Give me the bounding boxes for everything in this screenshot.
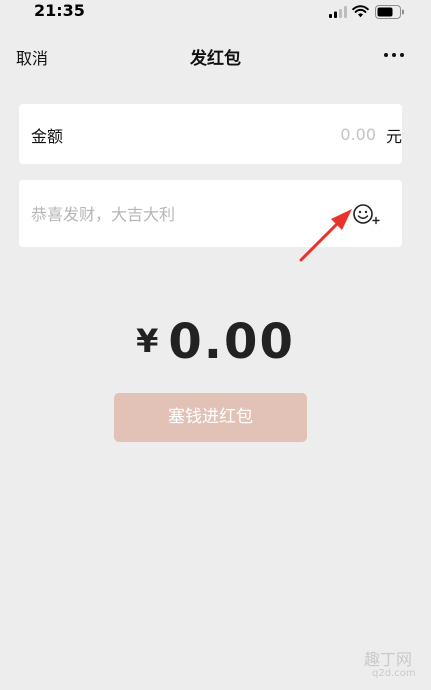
status-bar: 21:35 xyxy=(0,0,431,24)
battery-icon xyxy=(375,5,404,19)
signal-icon xyxy=(329,6,347,18)
amount-unit: 元 xyxy=(386,127,403,146)
wifi-icon xyxy=(352,5,369,18)
amount-card[interactable]: 金额 元 xyxy=(19,104,402,164)
total-amount-display: ¥0.00 xyxy=(0,314,431,370)
annotation-arrow xyxy=(299,209,352,262)
nav-bar: 取消 发红包 xyxy=(0,34,431,78)
watermark-logo: 趣丁网 q2d.com xyxy=(364,646,424,686)
amount-input[interactable] xyxy=(139,121,376,147)
put-money-button[interactable]: 塞钱进红包 xyxy=(114,393,307,442)
total-amount: 0.00 xyxy=(168,314,295,370)
watermark-text: 趣丁网 xyxy=(364,650,413,669)
page-title: 发红包 xyxy=(190,49,241,69)
greeting-input[interactable] xyxy=(31,202,331,226)
send-red-packet-screen: 21:35 取消 发红包 金额 元 xyxy=(0,0,431,690)
currency-symbol: ¥ xyxy=(136,322,159,360)
status-time: 21:35 xyxy=(34,1,85,20)
watermark-site: q2d.com xyxy=(372,668,416,679)
emoji-add-icon[interactable] xyxy=(352,203,382,227)
more-icon[interactable] xyxy=(383,48,405,62)
amount-label: 金额 xyxy=(31,127,64,146)
